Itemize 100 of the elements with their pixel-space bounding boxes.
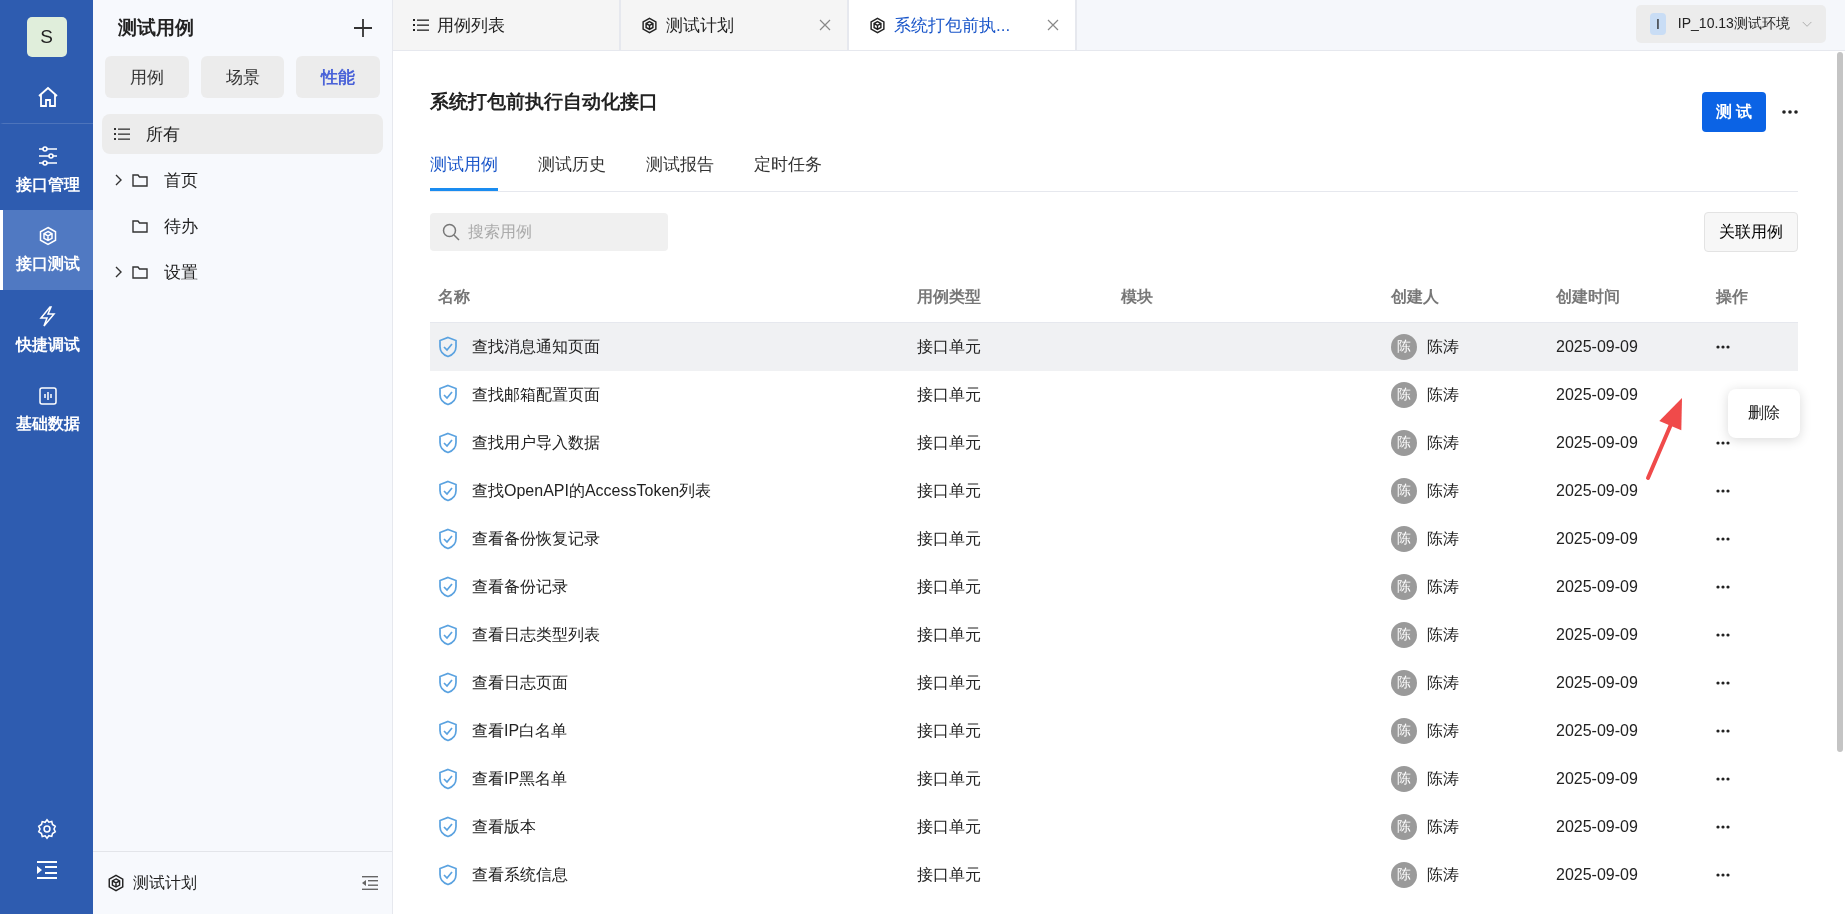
created-date: 2025-09-09 xyxy=(1556,866,1638,884)
collapse-icon[interactable] xyxy=(362,876,378,890)
page-title: 系统打包前执行自动化接口 xyxy=(430,90,658,114)
case-name[interactable]: 查找用户导入数据 xyxy=(472,432,600,454)
segment-tab[interactable]: 用例 xyxy=(105,56,189,98)
user-avatar[interactable]: S xyxy=(26,17,67,57)
creator-avatar: 陈 xyxy=(1391,766,1417,792)
tree-item[interactable]: 待办 xyxy=(102,206,383,246)
folder-icon xyxy=(132,219,148,233)
table-row[interactable]: 查看备份记录 接口单元 陈 陈涛 2025-09-09 xyxy=(430,563,1798,611)
close-icon[interactable] xyxy=(819,19,831,31)
table-row[interactable]: 查看版本 接口单元 陈 陈涛 2025-09-09 xyxy=(430,803,1798,851)
table-row[interactable]: 查看备份恢复记录 接口单元 陈 陈涛 2025-09-09 xyxy=(430,515,1798,563)
created-date: 2025-09-09 xyxy=(1556,626,1638,644)
more-icon[interactable] xyxy=(1716,825,1730,829)
case-name[interactable]: 查找邮箱配置页面 xyxy=(472,384,600,406)
case-type: 接口单元 xyxy=(917,864,981,885)
nav-item[interactable]: 基础数据 xyxy=(0,370,93,450)
case-type: 接口单元 xyxy=(917,336,981,357)
chevron-icon[interactable] xyxy=(114,174,123,186)
content-tab[interactable]: 测试历史 xyxy=(538,149,606,191)
table-row[interactable]: 查看日志页面 接口单元 陈 陈涛 2025-09-09 xyxy=(430,659,1798,707)
case-name[interactable]: 查看版本 xyxy=(472,816,536,838)
footer-label[interactable]: 测试计划 xyxy=(133,872,197,894)
case-name[interactable]: 查看备份记录 xyxy=(472,576,568,598)
more-icon[interactable] xyxy=(1716,441,1730,445)
case-type: 接口单元 xyxy=(917,672,981,693)
more-icon[interactable] xyxy=(1716,873,1730,877)
more-icon[interactable] xyxy=(1716,537,1730,541)
creator-avatar: 陈 xyxy=(1391,430,1417,456)
shield-check-icon xyxy=(438,720,458,742)
environment-selector[interactable]: I IP_10.13测试环境 xyxy=(1636,5,1826,43)
case-type: 接口单元 xyxy=(917,768,981,789)
environment-label: IP_10.13测试环境 xyxy=(1677,15,1790,33)
tree-item[interactable]: 所有 xyxy=(102,114,383,154)
document-tab[interactable]: 测试计划 xyxy=(621,0,849,50)
table-row[interactable]: 查看IP白名单 接口单元 陈 陈涛 2025-09-09 xyxy=(430,707,1798,755)
nav-item[interactable]: 接口管理 xyxy=(0,130,93,210)
more-icon[interactable] xyxy=(1782,110,1798,114)
nav-item[interactable]: 快捷调试 xyxy=(0,290,93,370)
creator-name: 陈涛 xyxy=(1427,432,1459,453)
content-tab[interactable]: 定时任务 xyxy=(754,149,822,191)
case-name[interactable]: 查看日志页面 xyxy=(472,672,568,694)
column-header: 创建时间 xyxy=(1555,286,1621,307)
shield-check-icon xyxy=(438,816,458,838)
test-button[interactable]: 测 试 xyxy=(1702,92,1766,132)
case-name[interactable]: 查看IP白名单 xyxy=(472,720,568,742)
settings-icon[interactable] xyxy=(35,818,58,840)
chart-icon xyxy=(38,385,58,406)
folder-icon xyxy=(132,265,148,279)
expand-menu-icon[interactable] xyxy=(35,860,58,880)
creator-name: 陈涛 xyxy=(1427,672,1459,693)
more-icon[interactable] xyxy=(1716,681,1730,685)
chevron-icon[interactable] xyxy=(114,266,123,278)
content-tab[interactable]: 测试用例 xyxy=(430,149,498,191)
table-row[interactable]: 查找消息通知页面 接口单元 陈 陈涛 2025-09-09 xyxy=(430,323,1798,371)
case-type: 接口单元 xyxy=(917,384,981,405)
tree-item[interactable]: 首页 xyxy=(102,160,383,200)
scrollbar[interactable] xyxy=(1837,52,1843,752)
creator-avatar: 陈 xyxy=(1391,382,1417,408)
table-row[interactable]: 查看IP黑名单 接口单元 陈 陈涛 2025-09-09 xyxy=(430,755,1798,803)
shield-check-icon xyxy=(438,432,458,454)
creator-avatar: 陈 xyxy=(1391,574,1417,600)
case-name[interactable]: 查看备份恢复记录 xyxy=(472,528,600,550)
search-field[interactable]: 搜索用例 xyxy=(430,213,668,251)
case-type: 接口单元 xyxy=(917,432,981,453)
more-icon[interactable] xyxy=(1716,345,1730,349)
table-row[interactable]: 查找OpenAPI的AccessToken列表 接口单元 陈 陈涛 2025-09-09 xyxy=(430,467,1798,515)
tree-item[interactable]: 设置 xyxy=(102,252,383,292)
creator-name: 陈涛 xyxy=(1427,576,1459,597)
segment-tab[interactable]: 场景 xyxy=(200,56,285,98)
document-tab[interactable]: 系统打包前执... xyxy=(849,0,1077,50)
case-name[interactable]: 查看日志类型列表 xyxy=(472,624,600,646)
creator-name: 陈涛 xyxy=(1427,864,1459,885)
created-date: 2025-09-09 xyxy=(1556,578,1638,596)
case-type: 接口单元 xyxy=(917,720,981,741)
close-icon[interactable] xyxy=(1047,19,1059,31)
more-icon[interactable] xyxy=(1716,585,1730,589)
list-icon xyxy=(114,127,130,141)
case-name[interactable]: 查看IP黑名单 xyxy=(472,768,568,790)
add-icon[interactable] xyxy=(353,18,373,38)
sidebar-title: 测试用例 xyxy=(118,16,194,40)
nav-item[interactable]: 接口测试 xyxy=(0,210,93,290)
case-name[interactable]: 查找消息通知页面 xyxy=(472,336,600,358)
segment-tab[interactable]: 性能 xyxy=(296,56,380,98)
document-tab[interactable]: 用例列表 xyxy=(393,0,621,50)
creator-name: 陈涛 xyxy=(1427,624,1459,645)
more-icon[interactable] xyxy=(1716,777,1730,781)
list-icon xyxy=(413,18,429,32)
content-tab[interactable]: 测试报告 xyxy=(646,149,714,191)
table-row[interactable]: 查看系统信息 接口单元 陈 陈涛 2025-09-09 xyxy=(430,851,1798,899)
link-cases-button[interactable]: 关联用例 xyxy=(1704,212,1798,252)
more-icon[interactable] xyxy=(1716,729,1730,733)
more-icon[interactable] xyxy=(1716,489,1730,493)
more-icon[interactable] xyxy=(1716,633,1730,637)
table-row[interactable]: 查看日志类型列表 接口单元 陈 陈涛 2025-09-09 xyxy=(430,611,1798,659)
case-type: 接口单元 xyxy=(917,576,981,597)
case-name[interactable]: 查找OpenAPI的AccessToken列表 xyxy=(472,480,712,502)
case-name[interactable]: 查看系统信息 xyxy=(472,864,568,886)
delete-menu-item[interactable]: 删除 xyxy=(1748,403,1780,424)
